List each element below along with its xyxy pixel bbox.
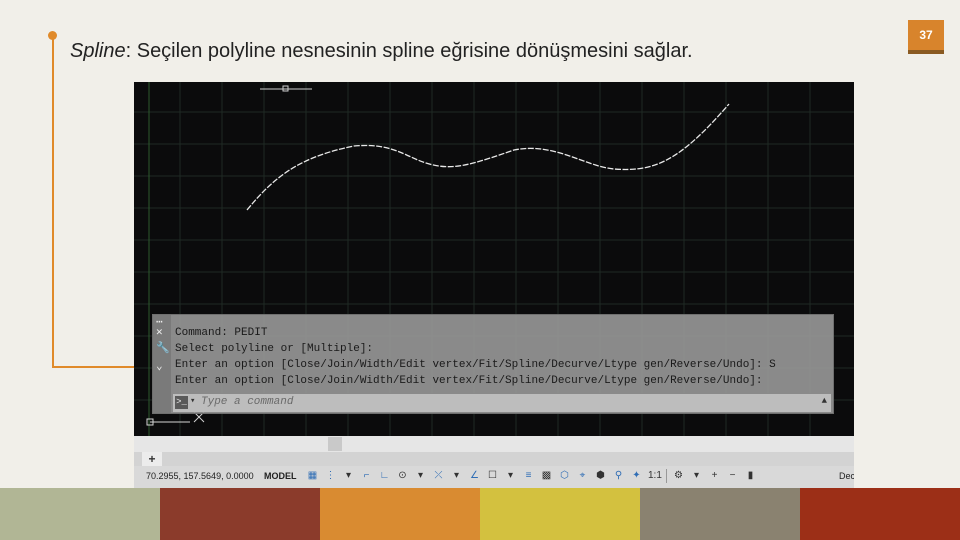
command-input-placeholder: Type a command <box>201 396 294 408</box>
chevron-down-icon[interactable]: ▾ <box>450 469 463 483</box>
drawing-viewport[interactable]: ⋯ ✕ 🔧 ⌄ Command: PEDIT Select polyline o… <box>134 82 854 436</box>
scrollbar-thumb[interactable] <box>328 437 342 451</box>
close-icon[interactable]: ✕ <box>156 327 163 339</box>
gizmo-icon[interactable]: ⬢ <box>594 469 607 483</box>
recent-commands-chevron-icon[interactable]: ▾ <box>190 396 195 406</box>
command-prompt-icon[interactable]: >_ <box>175 396 188 409</box>
page-number-badge: 37 <box>908 20 944 54</box>
workspace-icon[interactable]: ⚙ <box>672 469 685 483</box>
units-readout: Dec <box>839 471 854 481</box>
command-line: Command: PEDIT <box>175 327 268 339</box>
otrack-icon[interactable]: ∠ <box>468 469 481 483</box>
history-up-icon[interactable]: ▲ <box>822 396 827 406</box>
color-block <box>160 488 320 540</box>
color-block <box>480 488 640 540</box>
selection-cycling-icon[interactable]: ▩ <box>540 469 553 483</box>
color-block <box>320 488 480 540</box>
chevron-down-icon[interactable]: ▾ <box>504 469 517 483</box>
annotation-monitor-icon[interactable]: + <box>708 469 721 483</box>
autocad-screenshot: ⋯ ✕ 🔧 ⌄ Command: PEDIT Select polyline o… <box>134 82 854 488</box>
lineweight-icon[interactable]: ☐ <box>486 469 499 483</box>
horizontal-scrollbar[interactable] <box>134 436 854 452</box>
customize-icon[interactable]: ▮ <box>744 469 757 483</box>
annotation-visibility-icon[interactable]: ⚲ <box>612 469 625 483</box>
transparency-icon[interactable]: ≡ <box>522 469 535 483</box>
command-window: ⋯ ✕ 🔧 ⌄ Command: PEDIT Select polyline o… <box>152 314 834 414</box>
chevron-down-icon[interactable]: ▾ <box>342 469 355 483</box>
color-block <box>640 488 800 540</box>
polar-icon[interactable]: ⊙ <box>396 469 409 483</box>
grid-icon[interactable]: ▦ <box>306 469 319 483</box>
color-block <box>800 488 960 540</box>
spline-curve <box>246 103 730 211</box>
add-layout-tab-button[interactable]: + <box>142 452 162 466</box>
color-block <box>0 488 160 540</box>
dynamic-ucs-icon[interactable]: ⌖ <box>576 469 589 483</box>
command-line: Enter an option [Close/Join/Width/Edit v… <box>175 359 776 371</box>
osnap-icon[interactable]: ⤫ <box>432 469 445 483</box>
command-history: Command: PEDIT Select polyline or [Multi… <box>175 325 776 389</box>
chevron-down-icon[interactable]: ▾ <box>414 469 427 483</box>
chevron-down-icon[interactable]: ▾ <box>690 469 703 483</box>
decor-vertical-line <box>52 36 54 368</box>
infer-icon[interactable]: ⌐ <box>360 469 373 483</box>
decor-horizontal-line <box>52 366 142 368</box>
command-line: Select polyline or [Multiple]: <box>175 343 374 355</box>
slide-title-term: Spline <box>70 40 126 62</box>
separator <box>666 469 667 483</box>
command-line: Enter an option [Close/Join/Width/Edit v… <box>175 375 763 387</box>
ortho-icon[interactable]: ∟ <box>378 469 391 483</box>
command-window-toolbar: ⋯ ✕ 🔧 ⌄ <box>153 315 171 413</box>
status-bar-icons: ▦ ⋮ ▾ ⌐ ∟ ⊙ ▾ ⤫ ▾ ∠ ☐ ▾ ≡ ▩ ⬡ ⌖ ⬢ ⚲ ✦ 1:… <box>306 469 757 483</box>
layout-tabs-bar: + <box>134 452 854 466</box>
slide-title-text: : Seçilen polyline nesnesinin spline eğr… <box>125 40 693 62</box>
page-number: 37 <box>919 28 933 42</box>
command-input[interactable]: >_ ▾ Type a command ▲ <box>173 393 831 412</box>
3d-osnap-icon[interactable]: ⬡ <box>558 469 571 483</box>
model-space-toggle[interactable]: MODEL <box>264 471 297 481</box>
cursor-crosshair <box>260 85 312 92</box>
units-icon[interactable]: − <box>726 469 739 483</box>
wrench-icon[interactable]: 🔧 <box>156 343 170 355</box>
coordinates-readout: 70.2955, 157.5649, 0.0000 <box>146 471 254 481</box>
chevron-down-icon[interactable]: ⌄ <box>156 361 163 373</box>
slide-title: Spline: Seçilen polyline nesnesinin spli… <box>70 40 693 63</box>
auto-scale-icon[interactable]: ✦ <box>630 469 643 483</box>
decor-dot <box>48 31 57 40</box>
decorative-color-bar <box>0 488 960 540</box>
annotation-scale[interactable]: 1:1 <box>648 469 662 483</box>
snap-icon[interactable]: ⋮ <box>324 469 337 483</box>
status-bar: 70.2955, 157.5649, 0.0000 MODEL ▦ ⋮ ▾ ⌐ … <box>134 466 854 488</box>
